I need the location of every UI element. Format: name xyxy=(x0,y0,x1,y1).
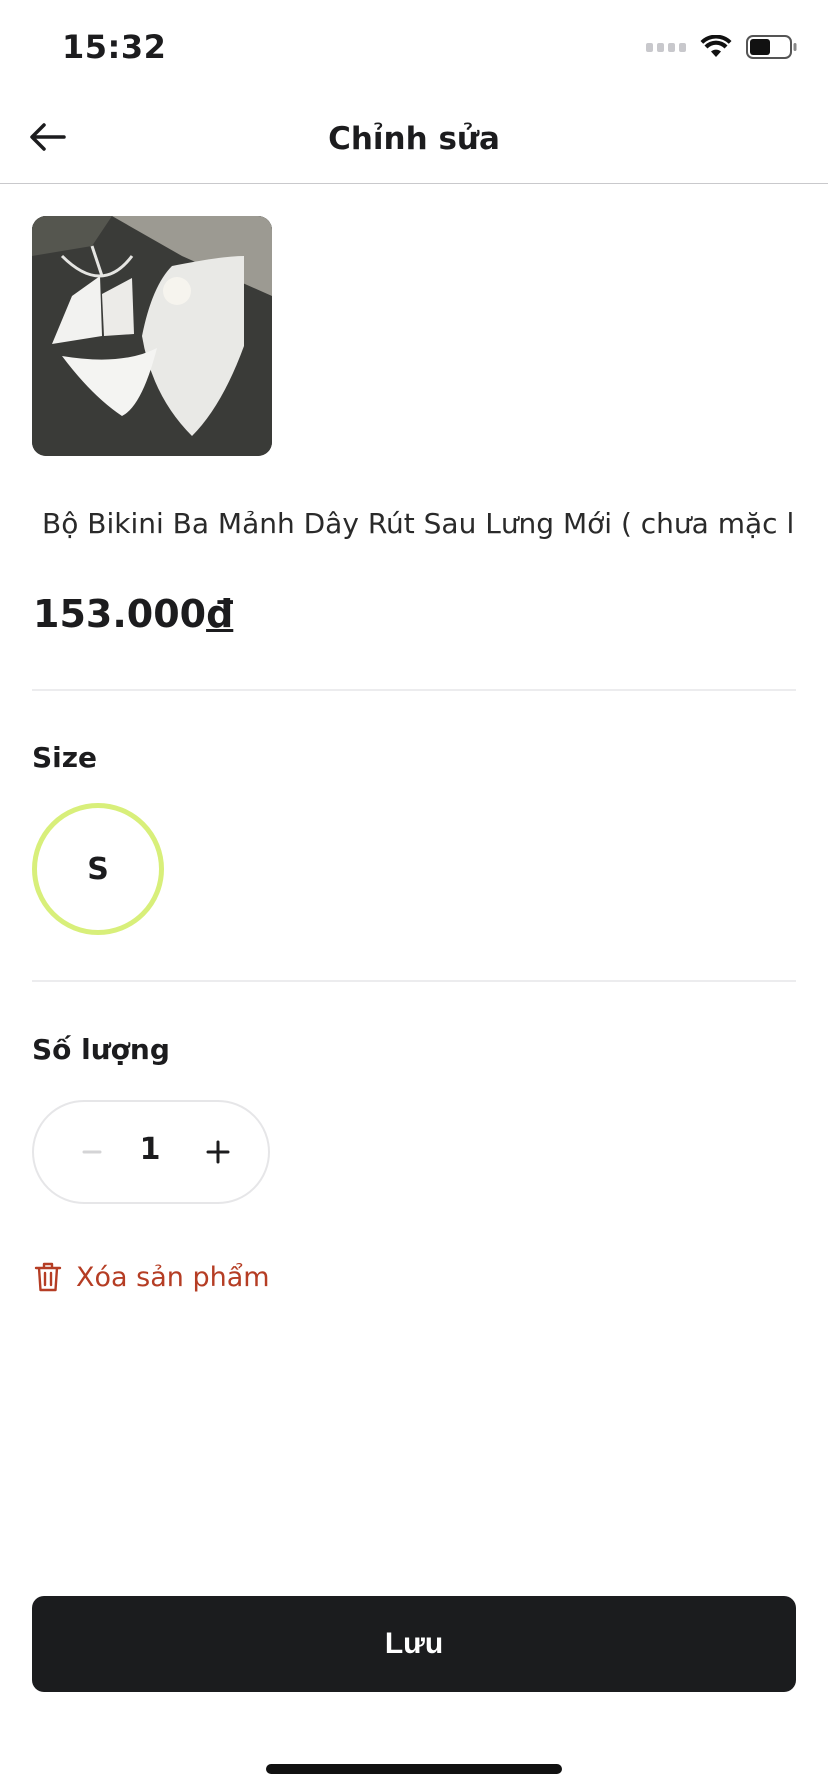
wifi-icon xyxy=(700,35,732,57)
quantity-stepper: 1 xyxy=(32,1100,270,1204)
delete-product-label: Xóa sản phẩm xyxy=(76,1261,270,1293)
price-currency: đ xyxy=(206,592,234,636)
save-button[interactable]: Lưu xyxy=(32,1596,796,1692)
status-time: 15:32 xyxy=(62,28,167,66)
minus-icon xyxy=(82,1150,102,1154)
cellular-signal-icon xyxy=(646,42,686,52)
home-indicator xyxy=(266,1764,562,1774)
size-option-selected[interactable]: S xyxy=(32,803,164,935)
header-divider xyxy=(0,183,828,184)
increase-quantity-button[interactable] xyxy=(200,1134,236,1170)
product-image xyxy=(32,216,272,456)
decrease-quantity-button[interactable] xyxy=(74,1134,110,1170)
quantity-label: Số lượng xyxy=(32,1033,170,1066)
battery-icon xyxy=(746,35,797,59)
page-title: Chỉnh sửa xyxy=(328,121,500,157)
price-amount: 153.000 xyxy=(33,592,207,636)
product-price: 153.000đ xyxy=(33,592,233,636)
product-name: Bộ Bikini Ba Mảnh Dây Rút Sau Lưng Mới (… xyxy=(42,507,792,540)
status-icons xyxy=(646,34,798,60)
trash-icon xyxy=(34,1262,62,1292)
divider xyxy=(32,980,796,982)
plus-icon xyxy=(206,1140,230,1164)
quantity-value: 1 xyxy=(139,1132,161,1167)
divider xyxy=(32,689,796,691)
delete-product-button[interactable]: Xóa sản phẩm xyxy=(34,1261,270,1293)
size-label: Size xyxy=(32,741,98,774)
